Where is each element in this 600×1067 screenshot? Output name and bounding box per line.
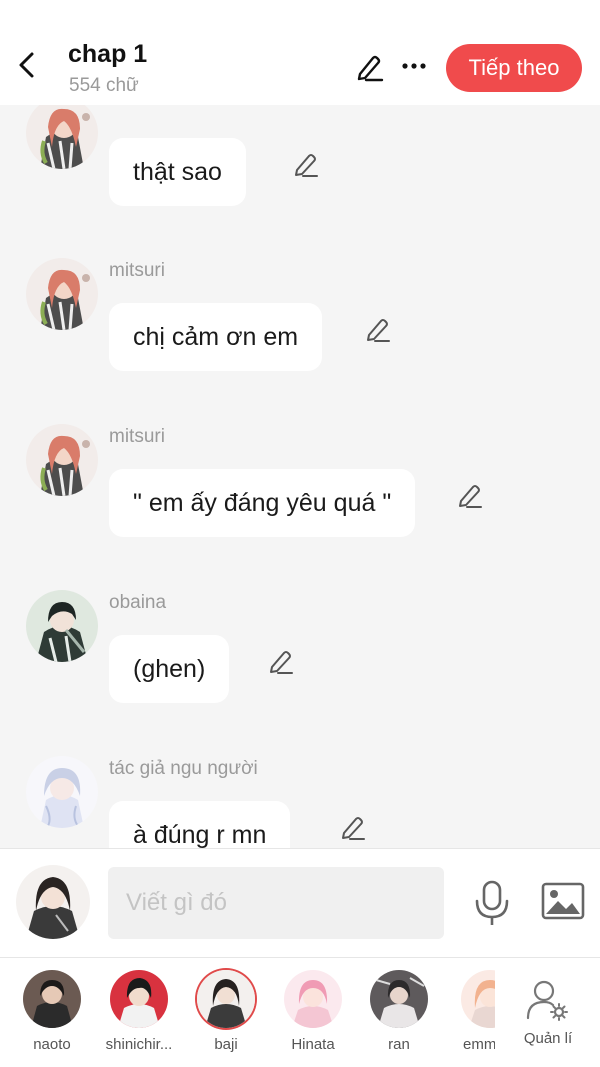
manage-characters-button[interactable]: Quản lí — [520, 978, 576, 1047]
character-bar: naoto shinichir... baji Hinata ran emm Q… — [0, 957, 600, 1067]
author-name: tác giả ngu người — [109, 758, 258, 779]
character-item[interactable]: naoto — [11, 970, 93, 1053]
pencil-icon[interactable] — [292, 150, 320, 178]
current-character-avatar[interactable] — [16, 865, 90, 939]
character-name: Hinata — [291, 1036, 335, 1053]
character-name: ran — [388, 1036, 410, 1053]
pencil-icon[interactable] — [456, 481, 484, 509]
character-name: baji — [214, 1036, 238, 1053]
manage-label: Quản lí — [523, 1030, 573, 1047]
microphone-icon[interactable] — [472, 879, 512, 927]
pencil-icon[interactable] — [364, 315, 392, 343]
character-name: shinichir... — [105, 1036, 173, 1053]
image-icon[interactable] — [540, 881, 586, 921]
author-name: mitsuri — [109, 105, 165, 109]
message-bubble[interactable]: chị cảm ơn em — [109, 303, 323, 371]
character-name: emm — [463, 1036, 495, 1053]
chat-area[interactable]: mitsuri thật sao mitsuri chị cảm ơn em — [0, 105, 600, 848]
pencil-icon[interactable] — [339, 813, 367, 841]
chapter-title: chap 1 — [68, 40, 148, 68]
author-name: mitsuri — [109, 260, 165, 281]
avatar-mitsuri[interactable] — [26, 105, 98, 169]
message-bubble[interactable]: à đúng r mn — [109, 801, 291, 848]
top-bar: chap 1 554 chữ Tiếp theo — [0, 0, 600, 105]
character-avatar — [284, 970, 342, 1028]
composer-bar — [0, 848, 600, 957]
pencil-icon[interactable] — [267, 647, 295, 675]
next-chapter-button[interactable]: Tiếp theo — [446, 44, 582, 92]
message-bubble[interactable]: " em ấy đáng yêu quá " — [109, 469, 416, 537]
avatar-mitsuri[interactable] — [26, 258, 98, 330]
word-count: 554 chữ — [69, 75, 139, 96]
back-arrow-icon[interactable] — [14, 50, 40, 80]
message-bubble[interactable]: (ghen) — [109, 635, 230, 703]
character-item[interactable]: Hinata — [272, 970, 354, 1053]
character-item[interactable]: shinichir... — [98, 970, 180, 1053]
character-avatar — [370, 970, 428, 1028]
more-dots-icon[interactable] — [400, 54, 428, 78]
character-item[interactable]: emm — [439, 970, 495, 1053]
character-name: naoto — [33, 1036, 71, 1053]
character-avatar — [23, 970, 81, 1028]
message-bubble[interactable]: thật sao — [109, 138, 246, 206]
author-name: obaina — [109, 592, 167, 613]
character-item-selected[interactable]: baji — [185, 970, 267, 1053]
avatar-mitsuri[interactable] — [26, 424, 98, 496]
character-avatar — [110, 970, 168, 1028]
message-input[interactable] — [108, 867, 444, 939]
character-avatar — [461, 970, 495, 1028]
user-settings-icon — [526, 980, 568, 1021]
character-avatar — [197, 970, 255, 1028]
author-name: mitsuri — [109, 426, 165, 447]
pencil-icon[interactable] — [354, 52, 384, 82]
character-item[interactable]: ran — [358, 970, 440, 1053]
avatar-obaina[interactable] — [26, 590, 98, 662]
avatar-author[interactable] — [26, 756, 98, 828]
